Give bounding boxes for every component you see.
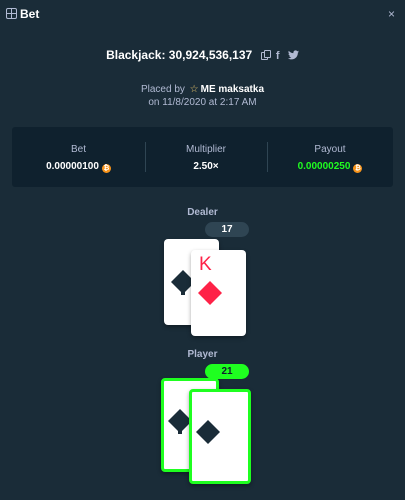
close-icon[interactable]: × <box>388 7 395 21</box>
card-rank: 10 <box>169 382 191 403</box>
multiplier-value: 2.50× <box>193 161 219 172</box>
dealer-card-2: K <box>191 250 246 336</box>
bet-value: 0.00000100 ₿ <box>46 161 111 173</box>
copy-icon[interactable] <box>260 49 271 60</box>
multiplier-label: Multiplier <box>185 144 226 155</box>
card-rank: 7 <box>172 243 183 264</box>
player-score-badge: 21 <box>205 364 249 379</box>
modal-title: Bet <box>20 7 40 21</box>
bet-stats-panel: Bet 0.00000100 ₿ Multiplier 2.50× Payout … <box>12 127 393 187</box>
player-card-2: A <box>189 389 251 484</box>
payout-label: Payout <box>314 144 346 155</box>
facebook-share-icon[interactable]: f <box>276 50 280 62</box>
placed-date: on 11/8/2020 at 2:17 AM <box>148 97 257 108</box>
dealer-score-badge: 17 <box>205 222 249 237</box>
dealer-label: Dealer <box>187 207 218 218</box>
placed-by-info: Placed by ☆ ME maksatka on 11/8/2020 at 2… <box>0 83 405 109</box>
star-icon: ☆ <box>189 84 199 95</box>
username-link[interactable]: ME maksatka <box>201 84 264 95</box>
btc-coin-icon: ₿ <box>101 164 111 173</box>
bet-label: Bet <box>70 144 86 155</box>
game-id-line: Blackjack: 30,924,536,137 f <box>0 48 405 63</box>
multiplier-stat: Multiplier 2.50× <box>145 127 267 187</box>
diamond-icon <box>198 281 222 305</box>
payout-value: 0.00000250 ₿ <box>297 161 363 173</box>
payout-stat: Payout 0.00000250 ₿ <box>267 127 393 187</box>
placed-by-label: Placed by <box>140 84 185 95</box>
game-title: Blackjack: 30,924,536,137 <box>106 48 253 62</box>
modal-header: Bet × <box>0 0 405 28</box>
card-rank: K <box>199 254 212 275</box>
diamond-icon <box>196 420 220 444</box>
twitter-share-icon[interactable] <box>287 49 299 63</box>
card-rank: A <box>197 393 210 414</box>
btc-coin-icon: ₿ <box>353 164 363 173</box>
bet-stat: Bet 0.00000100 ₿ <box>12 127 145 187</box>
bet-slip-icon <box>6 8 17 19</box>
player-label: Player <box>187 349 218 360</box>
